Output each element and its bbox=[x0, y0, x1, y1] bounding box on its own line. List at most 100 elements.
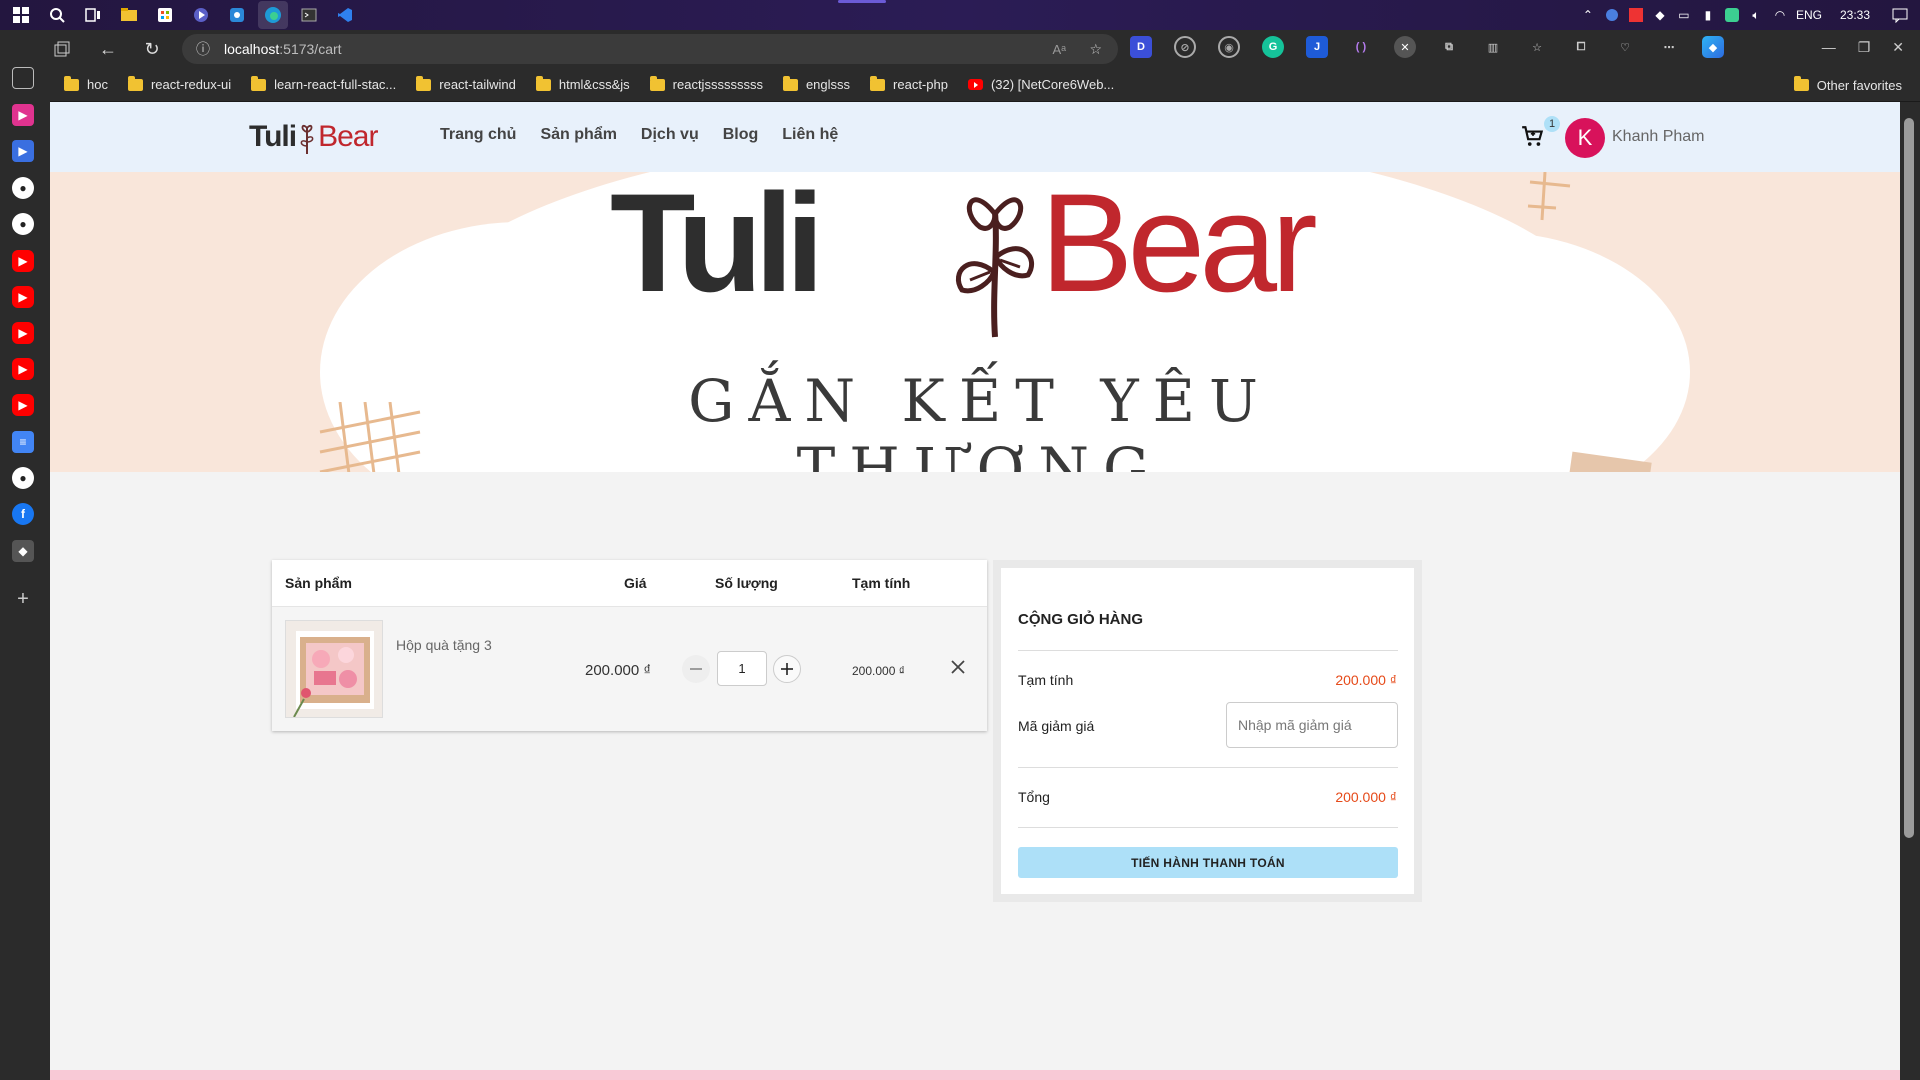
app-icon[interactable] bbox=[222, 1, 252, 29]
task-view-icon[interactable] bbox=[78, 1, 108, 29]
github-icon[interactable]: ● bbox=[12, 467, 34, 489]
youtube-icon[interactable]: ▶ bbox=[12, 286, 34, 308]
diamond-tray-icon[interactable]: ◆ bbox=[1652, 7, 1668, 23]
checkout-button[interactable]: TIẾN HÀNH THANH TOÁN bbox=[1018, 847, 1398, 878]
network-device-icon[interactable]: ▭ bbox=[1676, 7, 1692, 23]
user-name[interactable]: Khanh Pham bbox=[1612, 128, 1705, 146]
facebook-icon[interactable]: f bbox=[12, 503, 34, 525]
media-app-icon[interactable] bbox=[186, 1, 216, 29]
nav-products[interactable]: Sản phẩm bbox=[540, 126, 616, 144]
v-tray-icon[interactable] bbox=[1628, 7, 1644, 23]
app-icon[interactable]: ◆ bbox=[12, 540, 34, 562]
logo-text-tuli: Tuli bbox=[249, 120, 297, 153]
tab-actions-icon[interactable] bbox=[12, 67, 34, 89]
clock[interactable]: 23:33 bbox=[1840, 8, 1870, 22]
site-info-icon[interactable]: ⓘ bbox=[196, 39, 210, 59]
github-icon[interactable]: ● bbox=[12, 177, 34, 199]
notification-icon[interactable] bbox=[1892, 7, 1908, 23]
compass-extension-icon[interactable]: ⊘ bbox=[1174, 36, 1196, 58]
youtube-icon[interactable]: ▶ bbox=[12, 250, 34, 272]
wifi-icon[interactable]: ◠ bbox=[1772, 7, 1788, 23]
nav-contact[interactable]: Liên hệ bbox=[782, 126, 838, 144]
store-icon[interactable] bbox=[150, 1, 180, 29]
j-extension-icon[interactable]: J bbox=[1306, 36, 1328, 58]
close-window-icon[interactable]: ✕ bbox=[1892, 39, 1904, 56]
extensions-puzzle-icon[interactable]: ⧉ bbox=[1438, 36, 1460, 58]
refresh-icon[interactable]: ↻ bbox=[136, 33, 168, 65]
product-name[interactable]: Hộp quà tặng 3 bbox=[396, 637, 492, 653]
search-icon[interactable] bbox=[42, 1, 72, 29]
performance-icon[interactable]: ♡ bbox=[1614, 36, 1636, 58]
bookmark-item[interactable]: englsss bbox=[782, 75, 850, 92]
file-explorer-icon[interactable] bbox=[114, 1, 144, 29]
grammarly-icon[interactable]: G bbox=[1262, 36, 1284, 58]
workspaces-icon[interactable] bbox=[46, 33, 78, 65]
youtube-icon[interactable]: ▶ bbox=[12, 322, 34, 344]
banner-grid-doodle bbox=[319, 402, 421, 472]
scrollbar-thumb[interactable] bbox=[1904, 118, 1914, 838]
media-player-icon[interactable]: ▶ bbox=[12, 140, 34, 162]
copilot-icon[interactable]: ◆ bbox=[1702, 36, 1724, 58]
x-extension-icon[interactable]: ✕ bbox=[1394, 36, 1416, 58]
avatar[interactable]: K bbox=[1565, 118, 1605, 158]
bookmark-item[interactable]: html&css&js bbox=[535, 75, 630, 92]
nav-home[interactable]: Trang chủ bbox=[440, 126, 516, 144]
bookmark-item[interactable]: hoc bbox=[64, 75, 108, 92]
banner-cross-doodle bbox=[1527, 172, 1571, 221]
bookmark-label: html&css&js bbox=[558, 77, 630, 92]
terminal-icon[interactable] bbox=[294, 1, 324, 29]
restore-icon[interactable]: ❐ bbox=[1858, 39, 1871, 56]
brackets-extension-icon[interactable]: ( ) bbox=[1350, 36, 1372, 58]
cart-count-badge: 1 bbox=[1544, 116, 1560, 132]
language-indicator[interactable]: ENG bbox=[1796, 8, 1822, 22]
folder-icon bbox=[782, 75, 798, 91]
battery-icon[interactable]: ▮ bbox=[1700, 7, 1716, 23]
bookmark-item[interactable]: react-redux-ui bbox=[127, 75, 231, 92]
d-extension-icon[interactable]: D bbox=[1130, 36, 1152, 58]
media-app-icon[interactable]: ▶ bbox=[12, 104, 34, 126]
hero-banner: Tuli Bear GẮN KẾT YÊU THƯƠNG bbox=[50, 172, 1900, 472]
target-extension-icon[interactable]: ◉ bbox=[1218, 36, 1240, 58]
volume-icon[interactable]: 🔈︎ bbox=[1748, 7, 1764, 23]
bookmark-item[interactable]: reactjsssssssss bbox=[649, 75, 763, 92]
bookmark-item[interactable]: react-tailwind bbox=[416, 75, 516, 92]
back-arrow-icon[interactable]: ← bbox=[92, 33, 124, 65]
quantity-input[interactable] bbox=[717, 651, 767, 686]
summary-subtotal-value: 200.000 ₫ bbox=[1335, 672, 1397, 688]
favorites-icon[interactable]: ☆ bbox=[1526, 36, 1548, 58]
banner-slogan: GẮN KẾT YÊU THƯƠNG bbox=[688, 367, 1272, 472]
product-thumbnail[interactable] bbox=[285, 620, 383, 718]
bookmark-item[interactable]: learn-react-full-stac... bbox=[251, 75, 396, 92]
remove-item-button[interactable] bbox=[948, 657, 968, 677]
close-icon bbox=[951, 660, 965, 674]
github-icon[interactable]: ● bbox=[12, 213, 34, 235]
nav-services[interactable]: Dịch vụ bbox=[641, 126, 699, 144]
chevron-up-icon[interactable]: ⌃ bbox=[1580, 7, 1596, 23]
minimize-icon[interactable]: — bbox=[1822, 39, 1836, 56]
bookmark-item[interactable]: (32) [NetCore6Web... bbox=[967, 77, 1114, 92]
chat-tray-icon[interactable] bbox=[1604, 7, 1620, 23]
more-options-icon[interactable]: ⋯ bbox=[1658, 36, 1680, 58]
edge-browser-icon[interactable] bbox=[258, 1, 288, 29]
app-tray-icon[interactable] bbox=[1724, 7, 1740, 23]
youtube-icon[interactable]: ▶ bbox=[12, 394, 34, 416]
docs-icon[interactable]: ≡ bbox=[12, 431, 34, 453]
add-site-icon[interactable]: + bbox=[12, 588, 34, 610]
split-screen-icon[interactable]: ▥ bbox=[1482, 36, 1504, 58]
youtube-icon[interactable]: ▶ bbox=[12, 358, 34, 380]
active-app-indicator bbox=[838, 0, 886, 3]
main-navigation: Trang chủ Sản phẩm Dịch vụ Blog Liên hệ bbox=[440, 126, 838, 144]
increase-quantity-button[interactable] bbox=[773, 655, 801, 683]
read-aloud-icon[interactable]: Aᵃ bbox=[1052, 42, 1066, 57]
coupon-input[interactable] bbox=[1226, 702, 1398, 748]
other-favorites[interactable]: Other favorites bbox=[1793, 68, 1902, 102]
bookmark-item[interactable]: react-php bbox=[870, 75, 948, 92]
windows-start-icon[interactable] bbox=[6, 1, 36, 29]
site-logo[interactable]: Tuli Bear bbox=[249, 120, 378, 154]
vscode-icon[interactable] bbox=[330, 1, 360, 29]
collections-icon[interactable]: ⧠ bbox=[1570, 36, 1592, 58]
nav-blog[interactable]: Blog bbox=[723, 126, 759, 144]
decrease-quantity-button[interactable] bbox=[682, 655, 710, 683]
address-bar[interactable]: ⓘ localhost:5173/cart Aᵃ ☆ bbox=[182, 34, 1118, 64]
favorite-star-icon[interactable]: ☆ bbox=[1089, 41, 1102, 58]
